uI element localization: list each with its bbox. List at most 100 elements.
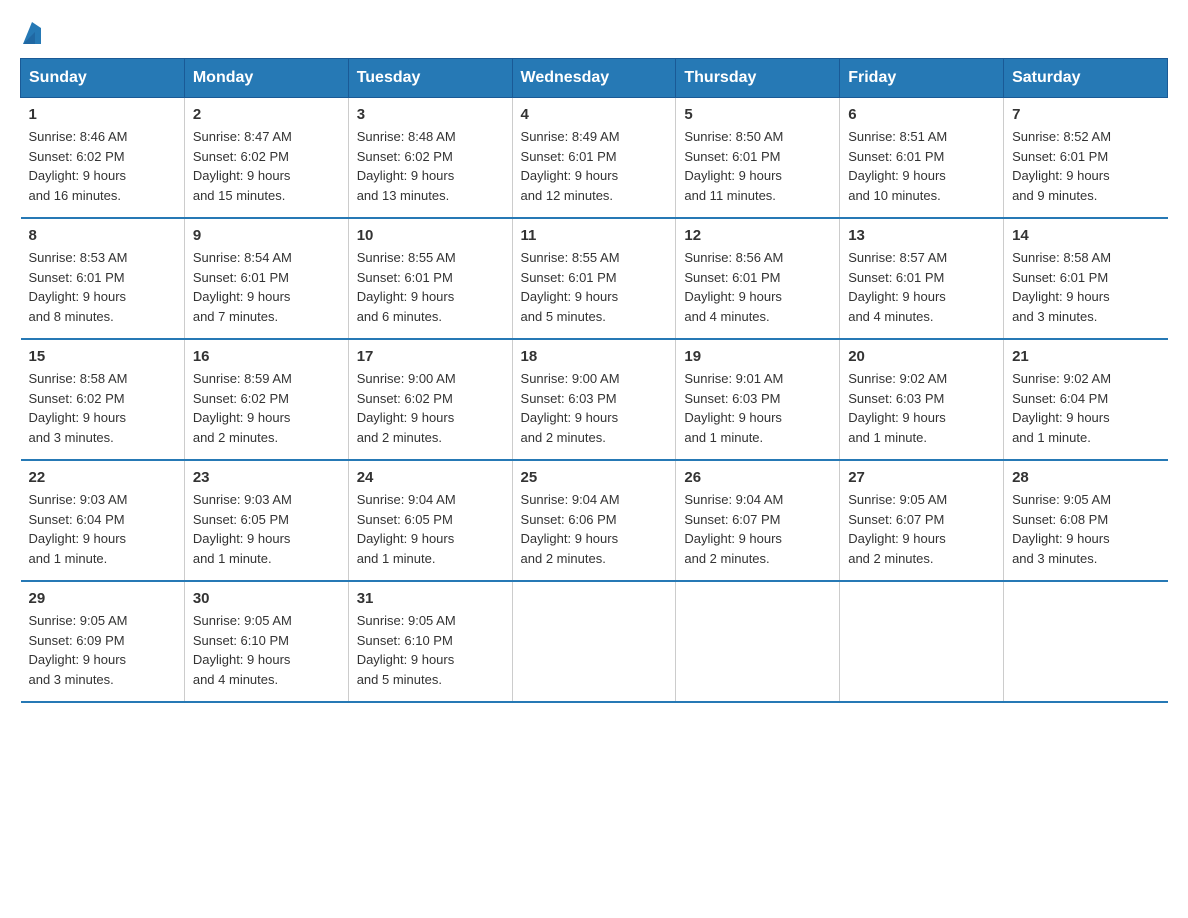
calendar-table: SundayMondayTuesdayWednesdayThursdayFrid… bbox=[20, 58, 1168, 703]
day-cell: 12 Sunrise: 8:56 AMSunset: 6:01 PMDayligh… bbox=[676, 218, 840, 339]
day-info: Sunrise: 8:49 AMSunset: 6:01 PMDaylight:… bbox=[521, 127, 668, 205]
day-number: 15 bbox=[29, 348, 176, 365]
day-cell: 19Sunrise: 9:01 AMSunset: 6:03 PMDayligh… bbox=[676, 339, 840, 460]
day-number: 27 bbox=[848, 469, 995, 486]
day-info: Sunrise: 9:04 AMSunset: 6:06 PMDaylight:… bbox=[521, 490, 668, 568]
day-info: Sunrise: 9:05 AMSunset: 6:08 PMDaylight:… bbox=[1012, 490, 1159, 568]
column-header-sunday: Sunday bbox=[21, 59, 185, 98]
day-info: Sunrise: 9:04 AMSunset: 6:05 PMDaylight:… bbox=[357, 490, 504, 568]
day-info: Sunrise: 9:04 AMSunset: 6:07 PMDaylight:… bbox=[684, 490, 831, 568]
day-cell: 14 Sunrise: 8:58 AMSunset: 6:01 PMDayligh… bbox=[1004, 218, 1168, 339]
week-row-1: 1Sunrise: 8:46 AMSunset: 6:02 PMDaylight… bbox=[21, 98, 1168, 219]
day-number: 13 bbox=[848, 227, 995, 244]
day-number: 31 bbox=[357, 590, 504, 607]
day-info: Sunrise: 8:56 AMSunset: 6:01 PMDaylight:… bbox=[684, 248, 831, 326]
day-cell: 30Sunrise: 9:05 AMSunset: 6:10 PMDayligh… bbox=[184, 581, 348, 702]
day-number: 2 bbox=[193, 106, 340, 123]
logo-arrow-icon bbox=[23, 22, 41, 48]
day-number: 4 bbox=[521, 106, 668, 123]
day-number: 1 bbox=[29, 106, 176, 123]
week-row-2: 8 Sunrise: 8:53 AMSunset: 6:01 PMDaylight… bbox=[21, 218, 1168, 339]
day-number: 3 bbox=[357, 106, 504, 123]
day-number: 10 bbox=[357, 227, 504, 244]
week-row-5: 29 Sunrise: 9:05 AMSunset: 6:09 PMDayligh… bbox=[21, 581, 1168, 702]
day-info: Sunrise: 9:01 AMSunset: 6:03 PMDaylight:… bbox=[684, 369, 831, 447]
day-cell: 6 Sunrise: 8:51 AMSunset: 6:01 PMDaylight… bbox=[840, 98, 1004, 219]
day-number: 14 bbox=[1012, 227, 1159, 244]
day-cell: 22Sunrise: 9:03 AMSunset: 6:04 PMDayligh… bbox=[21, 460, 185, 581]
day-info: Sunrise: 9:00 AMSunset: 6:03 PMDaylight:… bbox=[521, 369, 668, 447]
day-info: Sunrise: 8:47 AMSunset: 6:02 PMDaylight:… bbox=[193, 127, 340, 205]
day-cell: 28 Sunrise: 9:05 AMSunset: 6:08 PMDayligh… bbox=[1004, 460, 1168, 581]
day-info: Sunrise: 9:05 AMSunset: 6:09 PMDaylight:… bbox=[29, 611, 176, 689]
day-info: Sunrise: 8:51 AMSunset: 6:01 PMDaylight:… bbox=[848, 127, 995, 205]
day-cell: 26 Sunrise: 9:04 AMSunset: 6:07 PMDayligh… bbox=[676, 460, 840, 581]
day-cell: 24 Sunrise: 9:04 AMSunset: 6:05 PMDayligh… bbox=[348, 460, 512, 581]
day-cell: 5 Sunrise: 8:50 AMSunset: 6:01 PMDaylight… bbox=[676, 98, 840, 219]
day-cell: 27 Sunrise: 9:05 AMSunset: 6:07 PMDayligh… bbox=[840, 460, 1004, 581]
calendar-header: SundayMondayTuesdayWednesdayThursdayFrid… bbox=[21, 59, 1168, 98]
day-info: Sunrise: 9:00 AMSunset: 6:02 PMDaylight:… bbox=[357, 369, 504, 447]
day-cell: 8 Sunrise: 8:53 AMSunset: 6:01 PMDaylight… bbox=[21, 218, 185, 339]
day-cell: 29 Sunrise: 9:05 AMSunset: 6:09 PMDayligh… bbox=[21, 581, 185, 702]
day-cell: 7 Sunrise: 8:52 AMSunset: 6:01 PMDaylight… bbox=[1004, 98, 1168, 219]
day-number: 28 bbox=[1012, 469, 1159, 486]
column-header-thursday: Thursday bbox=[676, 59, 840, 98]
day-number: 29 bbox=[29, 590, 176, 607]
day-cell bbox=[840, 581, 1004, 702]
day-number: 25 bbox=[521, 469, 668, 486]
day-number: 24 bbox=[357, 469, 504, 486]
week-row-4: 22Sunrise: 9:03 AMSunset: 6:04 PMDayligh… bbox=[21, 460, 1168, 581]
week-row-3: 15 Sunrise: 8:58 AMSunset: 6:02 PMDayligh… bbox=[21, 339, 1168, 460]
day-number: 5 bbox=[684, 106, 831, 123]
day-cell: 15 Sunrise: 8:58 AMSunset: 6:02 PMDayligh… bbox=[21, 339, 185, 460]
day-info: Sunrise: 9:05 AMSunset: 6:07 PMDaylight:… bbox=[848, 490, 995, 568]
column-header-friday: Friday bbox=[840, 59, 1004, 98]
day-info: Sunrise: 8:52 AMSunset: 6:01 PMDaylight:… bbox=[1012, 127, 1159, 205]
day-info: Sunrise: 8:58 AMSunset: 6:02 PMDaylight:… bbox=[29, 369, 176, 447]
day-cell: 3 Sunrise: 8:48 AMSunset: 6:02 PMDaylight… bbox=[348, 98, 512, 219]
day-info: Sunrise: 9:02 AMSunset: 6:04 PMDaylight:… bbox=[1012, 369, 1159, 447]
day-number: 8 bbox=[29, 227, 176, 244]
day-cell bbox=[512, 581, 676, 702]
column-header-monday: Monday bbox=[184, 59, 348, 98]
day-info: Sunrise: 8:55 AMSunset: 6:01 PMDaylight:… bbox=[357, 248, 504, 326]
day-cell bbox=[676, 581, 840, 702]
day-cell: 1Sunrise: 8:46 AMSunset: 6:02 PMDaylight… bbox=[21, 98, 185, 219]
day-cell: 23Sunrise: 9:03 AMSunset: 6:05 PMDayligh… bbox=[184, 460, 348, 581]
day-number: 6 bbox=[848, 106, 995, 123]
day-info: Sunrise: 8:53 AMSunset: 6:01 PMDaylight:… bbox=[29, 248, 176, 326]
calendar-body: 1Sunrise: 8:46 AMSunset: 6:02 PMDaylight… bbox=[21, 98, 1168, 703]
day-cell: 13Sunrise: 8:57 AMSunset: 6:01 PMDayligh… bbox=[840, 218, 1004, 339]
day-info: Sunrise: 8:50 AMSunset: 6:01 PMDaylight:… bbox=[684, 127, 831, 205]
day-cell: 21 Sunrise: 9:02 AMSunset: 6:04 PMDayligh… bbox=[1004, 339, 1168, 460]
day-number: 18 bbox=[521, 348, 668, 365]
day-number: 12 bbox=[684, 227, 831, 244]
day-cell: 25 Sunrise: 9:04 AMSunset: 6:06 PMDayligh… bbox=[512, 460, 676, 581]
day-number: 21 bbox=[1012, 348, 1159, 365]
day-cell: 10 Sunrise: 8:55 AMSunset: 6:01 PMDayligh… bbox=[348, 218, 512, 339]
day-info: Sunrise: 9:02 AMSunset: 6:03 PMDaylight:… bbox=[848, 369, 995, 447]
day-number: 16 bbox=[193, 348, 340, 365]
day-info: Sunrise: 8:55 AMSunset: 6:01 PMDaylight:… bbox=[521, 248, 668, 326]
day-number: 30 bbox=[193, 590, 340, 607]
day-cell: 16Sunrise: 8:59 AMSunset: 6:02 PMDayligh… bbox=[184, 339, 348, 460]
header-row: SundayMondayTuesdayWednesdayThursdayFrid… bbox=[21, 59, 1168, 98]
day-cell: 18 Sunrise: 9:00 AMSunset: 6:03 PMDayligh… bbox=[512, 339, 676, 460]
day-info: Sunrise: 8:48 AMSunset: 6:02 PMDaylight:… bbox=[357, 127, 504, 205]
day-cell bbox=[1004, 581, 1168, 702]
column-header-wednesday: Wednesday bbox=[512, 59, 676, 98]
day-info: Sunrise: 8:58 AMSunset: 6:01 PMDaylight:… bbox=[1012, 248, 1159, 326]
day-info: Sunrise: 9:03 AMSunset: 6:05 PMDaylight:… bbox=[193, 490, 340, 568]
day-info: Sunrise: 9:05 AMSunset: 6:10 PMDaylight:… bbox=[357, 611, 504, 689]
day-cell: 31 Sunrise: 9:05 AMSunset: 6:10 PMDayligh… bbox=[348, 581, 512, 702]
day-cell: 11Sunrise: 8:55 AMSunset: 6:01 PMDayligh… bbox=[512, 218, 676, 339]
day-number: 20 bbox=[848, 348, 995, 365]
day-number: 26 bbox=[684, 469, 831, 486]
day-cell: 9Sunrise: 8:54 AMSunset: 6:01 PMDaylight… bbox=[184, 218, 348, 339]
day-number: 17 bbox=[357, 348, 504, 365]
day-number: 7 bbox=[1012, 106, 1159, 123]
day-info: Sunrise: 8:54 AMSunset: 6:01 PMDaylight:… bbox=[193, 248, 340, 326]
column-header-tuesday: Tuesday bbox=[348, 59, 512, 98]
day-number: 22 bbox=[29, 469, 176, 486]
